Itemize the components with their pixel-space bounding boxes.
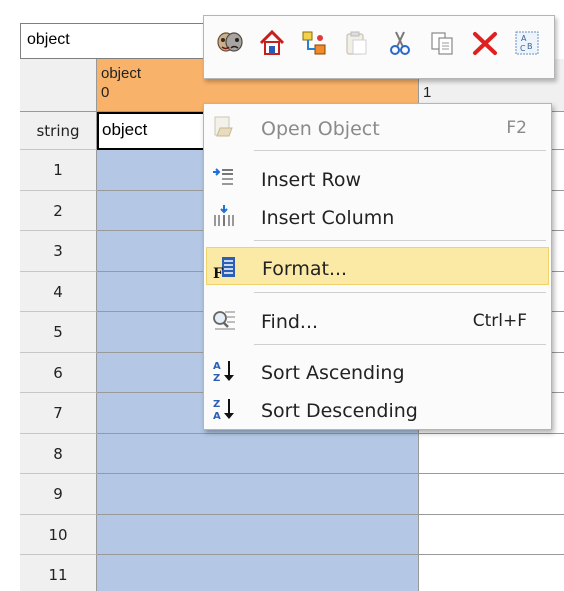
cell[interactable] xyxy=(418,555,564,591)
svg-text:F: F xyxy=(213,266,223,280)
format-icon: F xyxy=(212,254,238,282)
menu-item-find[interactable]: Find... Ctrl+F xyxy=(206,301,549,339)
menu-item-format[interactable]: F Format... xyxy=(206,247,549,285)
menu-separator xyxy=(254,150,546,151)
svg-text:B: B xyxy=(527,42,533,51)
column-header-index: 0 xyxy=(101,84,110,101)
menu-item-shortcut: Ctrl+F xyxy=(472,311,527,331)
spreadsheet-window: object object 0 1 string object 12345678… xyxy=(0,0,564,591)
row-header[interactable]: 3 xyxy=(20,231,97,272)
selected-cell[interactable] xyxy=(97,555,418,591)
open-object-icon xyxy=(211,114,237,140)
svg-text:Z: Z xyxy=(213,399,220,410)
menu-item-insert-column[interactable]: Insert Column xyxy=(206,197,549,235)
row-header[interactable]: 2 xyxy=(20,191,97,231)
menu-item-insert-row[interactable]: Insert Row xyxy=(206,159,549,197)
row-header[interactable]: 9 xyxy=(20,474,97,515)
svg-text:Z: Z xyxy=(213,373,220,384)
row-header[interactable]: 8 xyxy=(20,434,97,474)
floating-toolbar: A B C xyxy=(203,15,555,79)
delete-icon[interactable] xyxy=(469,27,501,59)
menu-item-label: Insert Column xyxy=(261,207,395,229)
column-header-type: object xyxy=(101,65,142,82)
selected-cell[interactable] xyxy=(97,515,418,555)
find-icon xyxy=(211,307,237,333)
menu-item-label: Sort Ascending xyxy=(261,362,405,384)
link-objects-icon[interactable] xyxy=(298,27,330,59)
row-header[interactable]: 1 xyxy=(20,150,97,191)
home-icon[interactable] xyxy=(256,27,288,59)
menu-item-open-object[interactable]: Open Object F2 xyxy=(206,108,549,146)
menu-item-label: Sort Descending xyxy=(261,400,418,422)
menu-separator xyxy=(254,292,546,293)
rename-icon[interactable]: A B C xyxy=(511,27,543,59)
cell[interactable] xyxy=(418,434,564,474)
row-header[interactable]: 4 xyxy=(20,272,97,312)
sort-ascending-icon: A Z xyxy=(211,358,237,384)
scissors-icon[interactable] xyxy=(384,27,416,59)
menu-item-label: Open Object xyxy=(261,118,380,140)
insert-row-icon xyxy=(211,165,237,191)
selected-cell[interactable] xyxy=(97,474,418,515)
menu-item-sort-descending[interactable]: Z A Sort Descending xyxy=(206,390,549,428)
selected-cell[interactable] xyxy=(97,434,418,474)
paste-icon[interactable] xyxy=(340,27,372,59)
menu-separator xyxy=(254,240,546,241)
svg-text:A: A xyxy=(213,361,221,372)
row-header[interactable]: 11 xyxy=(20,555,97,591)
row-header[interactable]: 5 xyxy=(20,312,97,353)
menu-separator xyxy=(254,344,546,345)
column-header-index: 1 xyxy=(423,84,432,101)
row-header[interactable]: 6 xyxy=(20,353,97,393)
row-header[interactable]: 7 xyxy=(20,393,97,434)
type-row-header[interactable]: string xyxy=(20,112,97,150)
mask-icon[interactable] xyxy=(214,27,246,59)
sort-descending-icon: Z A xyxy=(211,396,237,422)
insert-column-icon xyxy=(211,203,237,229)
copy-icon[interactable] xyxy=(426,27,458,59)
menu-item-sort-ascending[interactable]: A Z Sort Ascending xyxy=(206,352,549,390)
svg-text:A: A xyxy=(213,411,221,422)
menu-item-label: Insert Row xyxy=(261,169,362,191)
menu-item-label: Find... xyxy=(261,311,319,333)
svg-text:C: C xyxy=(520,44,526,53)
corner-cell[interactable] xyxy=(20,59,97,112)
cell[interactable] xyxy=(418,515,564,555)
context-menu: Open Object F2 Insert Row Insert Column … xyxy=(203,103,552,430)
cell[interactable] xyxy=(418,474,564,515)
menu-item-label: Format... xyxy=(262,258,348,280)
menu-item-shortcut: F2 xyxy=(506,118,527,138)
row-header[interactable]: 10 xyxy=(20,515,97,555)
